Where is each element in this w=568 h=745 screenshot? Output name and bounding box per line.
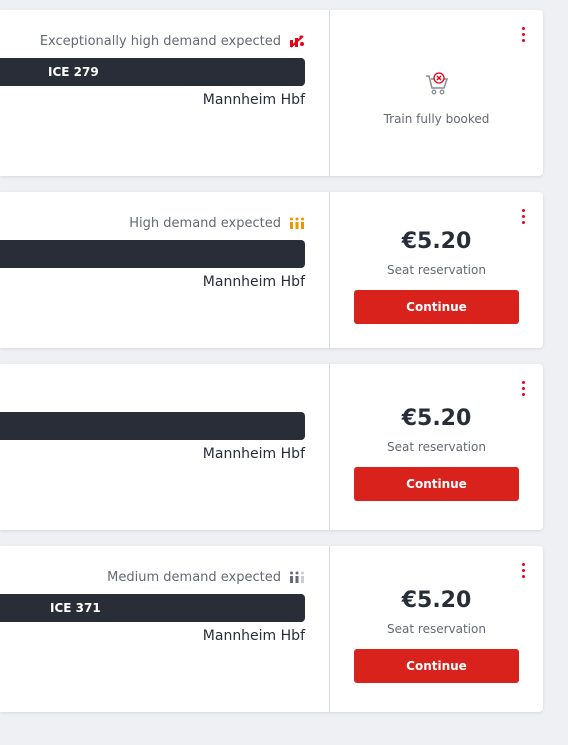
price-label: Seat reservation xyxy=(387,622,486,636)
demand-text: High demand expected xyxy=(129,216,281,231)
demand-indicator: Exceptionally high demand expected xyxy=(40,34,305,49)
price-label: Seat reservation xyxy=(387,263,486,277)
continue-button[interactable]: Continue xyxy=(354,290,519,324)
continue-button[interactable]: Continue xyxy=(354,467,519,501)
train-bar: ICE 279 xyxy=(0,58,305,86)
destination-station: Mannheim Hbf xyxy=(202,92,305,108)
more-options-icon[interactable] xyxy=(518,381,530,397)
destination-station: Mannheim Hbf xyxy=(202,628,305,644)
offer-card: Medium demand expected ICE 371 Mannheim … xyxy=(0,546,543,712)
price: €5.20 xyxy=(401,229,472,254)
demand-indicator: High demand expected xyxy=(129,216,305,231)
train-bar: ICE 371 xyxy=(0,594,305,622)
demand-indicator: Medium demand expected xyxy=(107,570,305,585)
train-bar xyxy=(0,412,305,440)
high-demand-icon xyxy=(289,217,305,230)
demand-text: Exceptionally high demand expected xyxy=(39,34,281,49)
price: €5.20 xyxy=(401,406,472,431)
offer-card: High demand expected Mannheim Hbf €5.20 … xyxy=(0,192,543,348)
continue-button[interactable]: Continue xyxy=(354,649,519,683)
price-label: Seat reservation xyxy=(387,440,486,454)
more-options-icon[interactable] xyxy=(518,563,530,579)
train-name: ICE 371 xyxy=(50,601,101,615)
offer-card: Mannheim Hbf €5.20 Seat reservation Cont… xyxy=(0,364,543,530)
more-options-icon[interactable] xyxy=(518,209,530,225)
cart-unavailable-icon xyxy=(425,71,449,97)
medium-demand-icon xyxy=(289,571,305,584)
more-options-icon[interactable] xyxy=(518,27,530,43)
train-bar xyxy=(0,240,305,268)
card-divider xyxy=(329,10,330,176)
demand-text: Medium demand expected xyxy=(107,570,281,585)
exceptional-demand-icon xyxy=(289,35,305,48)
price: €5.20 xyxy=(401,588,472,613)
destination-station: Mannheim Hbf xyxy=(202,274,305,290)
destination-station: Mannheim Hbf xyxy=(202,446,305,462)
offer-card: Exceptionally high demand expected ICE 2… xyxy=(0,10,543,176)
train-name: ICE 279 xyxy=(48,65,99,79)
fully-booked-label: Train fully booked xyxy=(383,112,490,126)
